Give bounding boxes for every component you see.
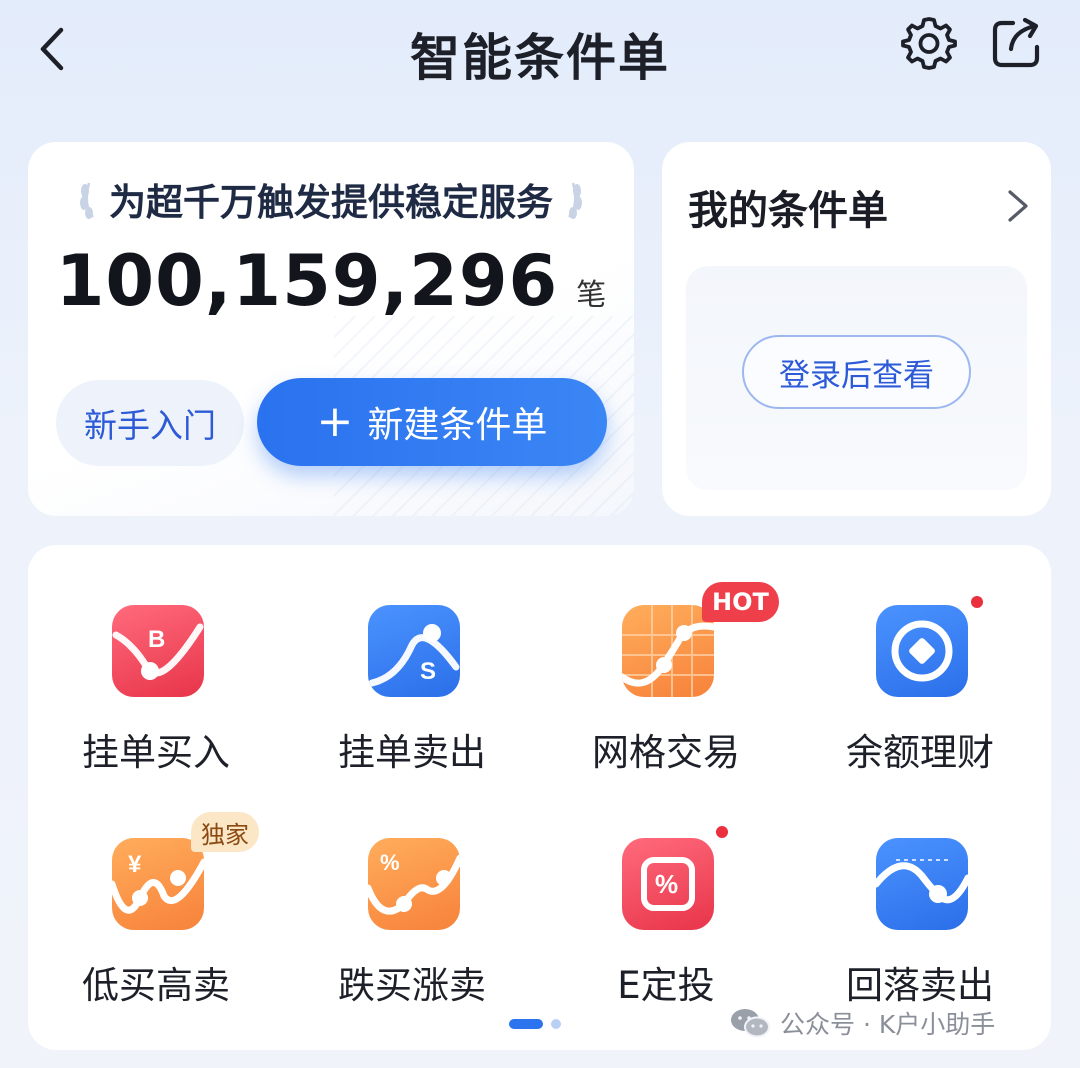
notification-dot — [716, 826, 728, 838]
buy-order-icon: B — [112, 605, 204, 697]
exclusive-badge: 独家 — [191, 812, 259, 852]
login-to-view-button[interactable]: 登录后查看 — [742, 335, 971, 409]
tool-buy-low-sell-high[interactable]: ¥ 低买高卖 — [46, 838, 266, 1038]
top-bar: 智能条件单 — [0, 0, 1080, 110]
pullback-sell-icon — [876, 838, 968, 930]
svg-text:¥: ¥ — [128, 851, 142, 878]
tool-balance-finance[interactable]: 余额理财 — [810, 605, 1030, 805]
tool-label: E定投 — [617, 964, 715, 1007]
share-button[interactable] — [985, 12, 1047, 74]
balance-finance-icon — [876, 605, 968, 697]
auto-invest-icon: % — [622, 838, 714, 930]
svg-text:B: B — [148, 626, 165, 653]
svg-text:S: S — [420, 658, 436, 685]
wechat-icon — [731, 1009, 770, 1038]
tool-label: 余额理财 — [846, 731, 994, 774]
sell-order-icon: S — [368, 605, 460, 697]
hot-badge: HOT — [702, 582, 779, 622]
settings-button[interactable] — [898, 12, 960, 74]
create-order-label: 新建条件单 — [367, 405, 548, 446]
tool-grid-trading[interactable]: 网格交易 — [556, 605, 776, 805]
trigger-count-unit: 笔 — [576, 278, 607, 313]
my-orders-title[interactable]: 我的条件单 — [688, 178, 888, 236]
trigger-count-row: 100,159,296 笔 — [28, 240, 634, 322]
trigger-count: 100,159,296 — [55, 240, 559, 322]
tool-buy-order[interactable]: B 挂单买入 — [46, 605, 266, 805]
tool-label: 低买高卖 — [82, 964, 230, 1007]
svg-text:%: % — [380, 850, 400, 875]
page-dot-inactive[interactable] — [551, 1019, 561, 1029]
buy-low-sell-high-icon: ¥ — [112, 838, 204, 930]
watermark-text: 公众号 · K户小助手 — [780, 1010, 996, 1039]
grid-trading-icon — [622, 605, 714, 697]
gear-icon — [901, 17, 957, 70]
create-order-button[interactable]: + 新建条件单 — [257, 378, 607, 466]
svg-text:%: % — [655, 869, 678, 899]
watermark: 公众号 · K户小助手 — [730, 1005, 995, 1041]
tool-label: 网格交易 — [592, 731, 740, 774]
tool-sell-order[interactable]: S 挂单卖出 — [302, 605, 522, 805]
beginner-guide-button[interactable]: 新手入门 — [56, 380, 244, 466]
tool-label: 挂单买入 — [82, 731, 230, 774]
page-indicator — [509, 1019, 561, 1029]
laurel-right-icon — [568, 182, 582, 219]
tool-label: 挂单卖出 — [338, 731, 486, 774]
chevron-right-icon[interactable] — [1000, 186, 1034, 226]
page-dot-active — [509, 1019, 543, 1029]
dip-buy-rise-sell-icon: % — [368, 838, 460, 930]
slogan-text: 为超千万触发提供稳定服务 — [109, 181, 553, 224]
tool-label: 回落卖出 — [846, 964, 994, 1007]
share-icon — [992, 17, 1040, 68]
plus-icon: + — [316, 396, 354, 447]
slogan-row: 为超千万触发提供稳定服务 — [28, 172, 634, 226]
tool-label: 跌买涨卖 — [338, 964, 486, 1007]
tool-dip-buy-rise-sell[interactable]: % 跌买涨卖 — [302, 838, 522, 1038]
notification-dot — [971, 596, 983, 608]
laurel-left-icon — [80, 182, 94, 219]
